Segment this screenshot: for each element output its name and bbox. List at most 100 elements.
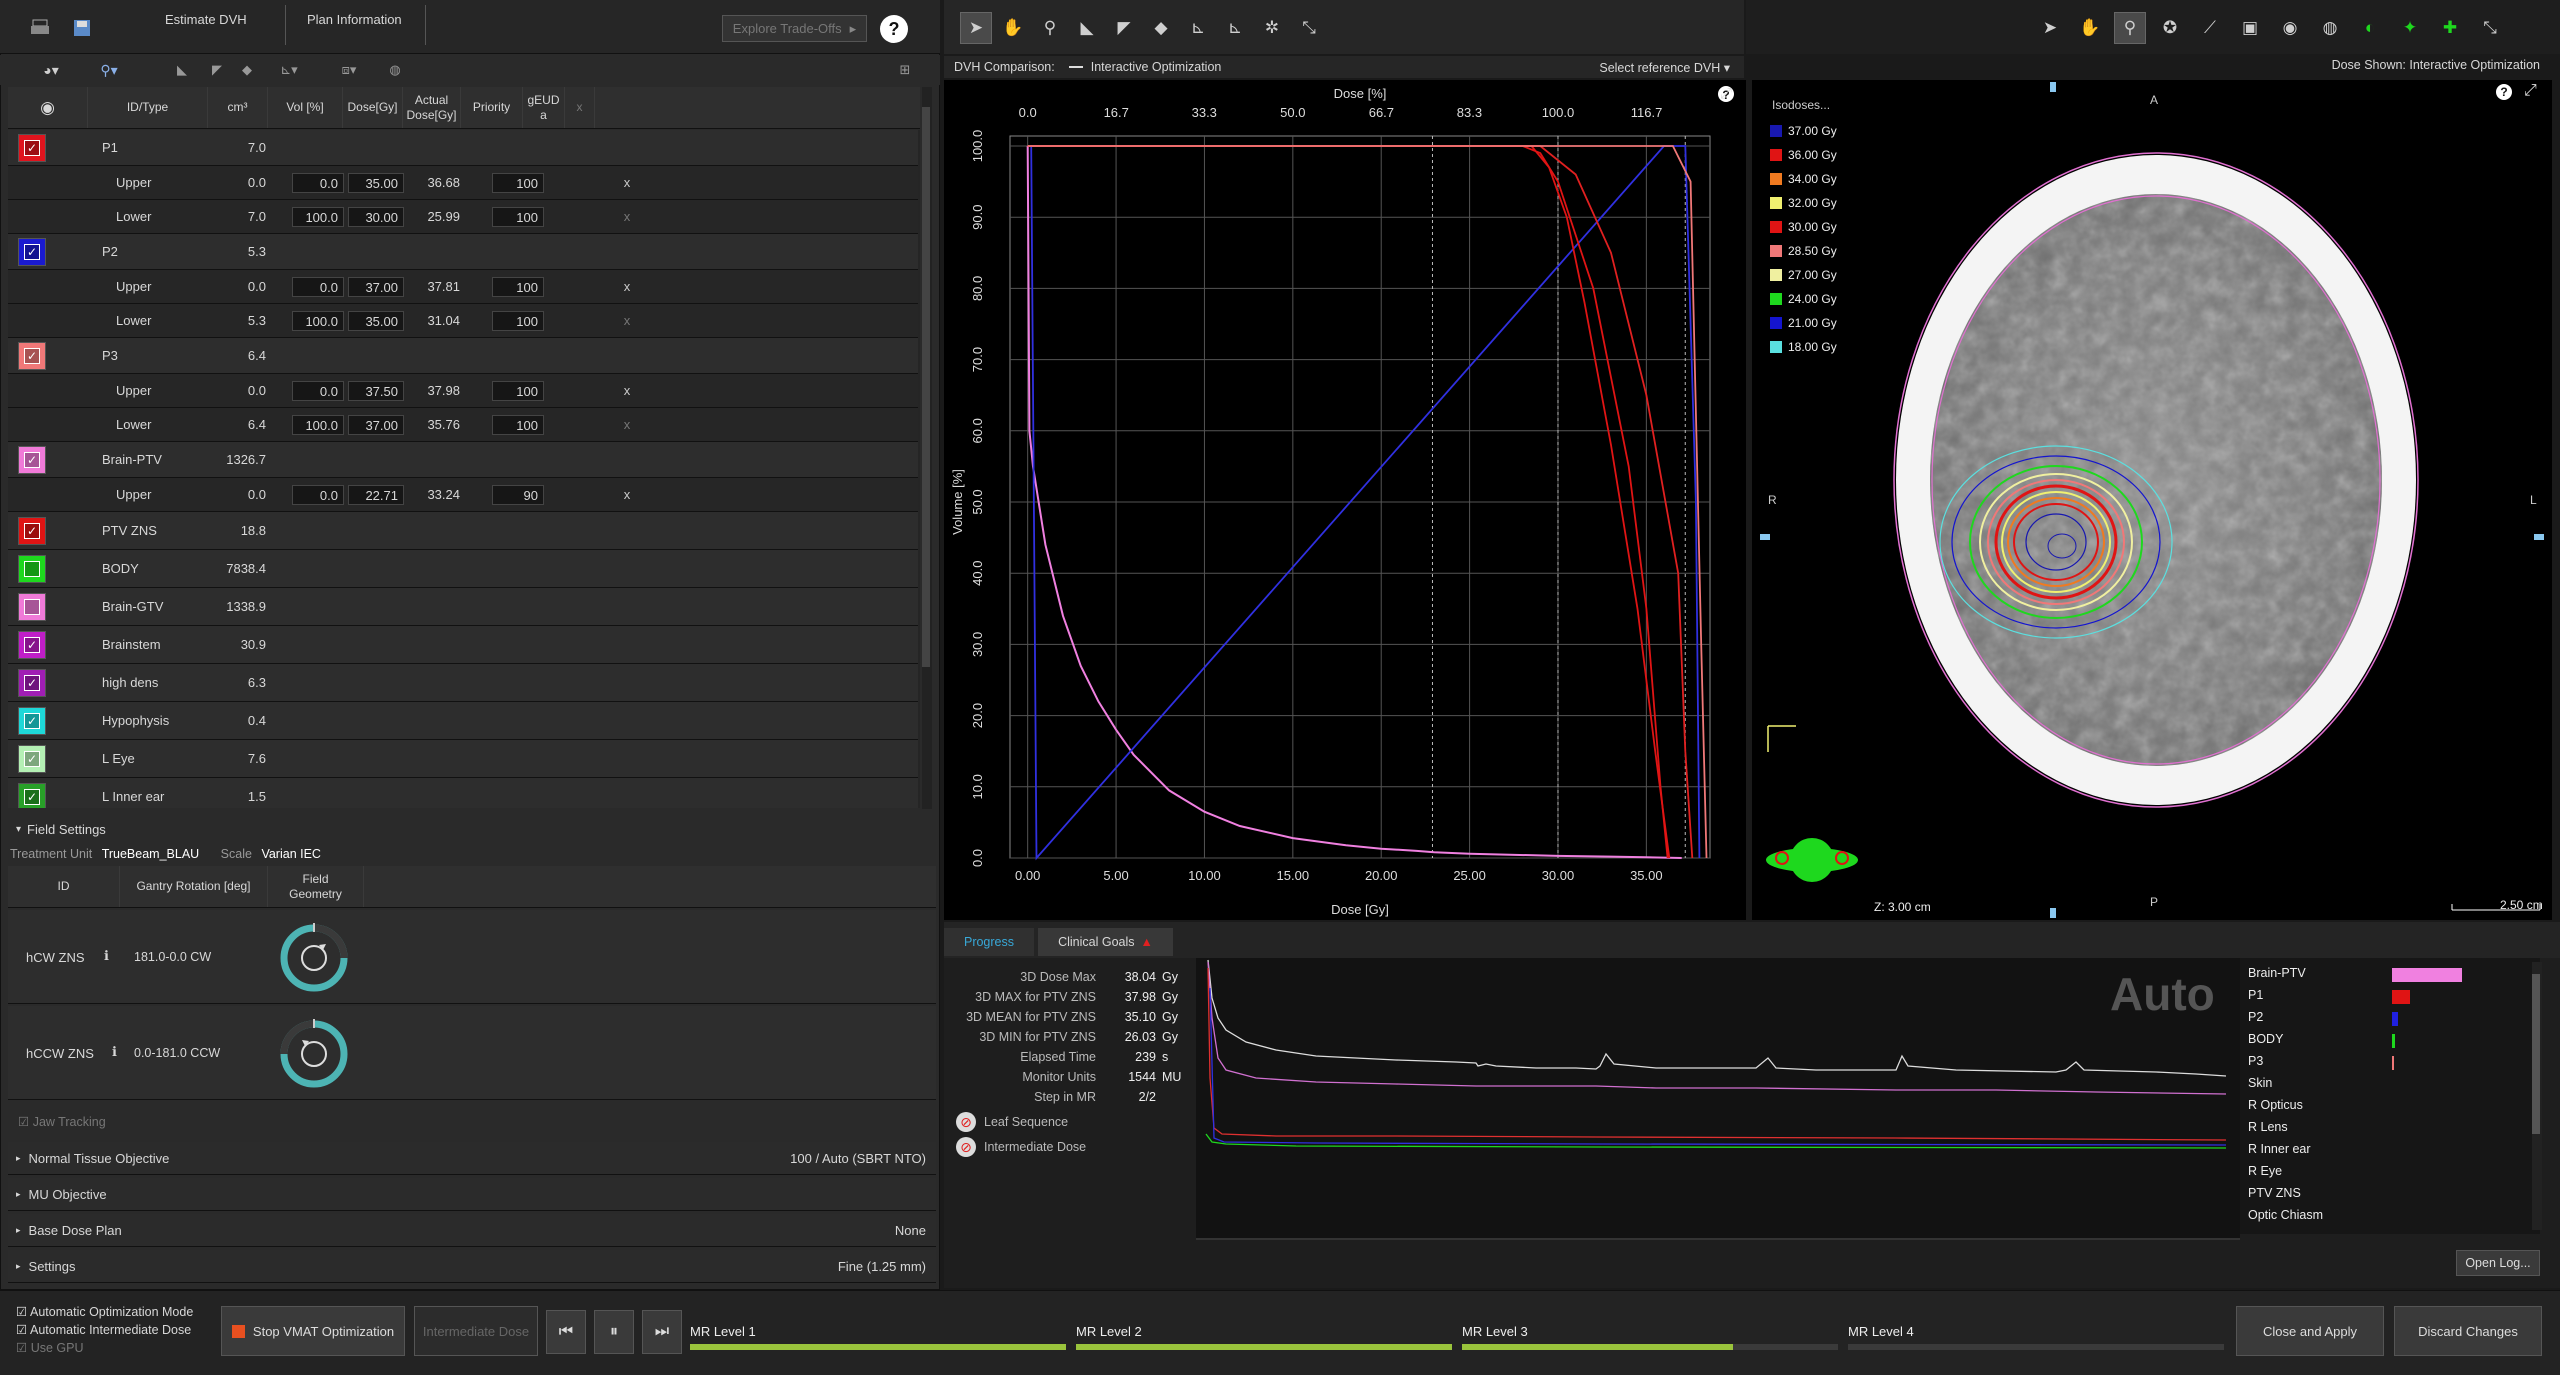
isodose-item[interactable]: 27.00 Gy: [1770, 268, 1837, 282]
dose-input[interactable]: 37.00: [348, 277, 404, 297]
col-gantry-rotation[interactable]: Gantry Rotation [deg]: [120, 866, 268, 907]
structure-row[interactable]: ✓ Brain-PTV 1326.7: [8, 442, 918, 478]
volume-input[interactable]: 100.0: [292, 207, 344, 227]
priority-input[interactable]: 90: [492, 485, 544, 505]
tab-clinical-goals[interactable]: Clinical Goals ▲: [1038, 928, 1173, 956]
volume-input[interactable]: 0.0: [292, 277, 344, 297]
structure-visibility-checkbox[interactable]: ✓: [18, 517, 46, 545]
expand-view-icon[interactable]: ⤢: [2524, 82, 2537, 100]
explore-trade-offs-button[interactable]: Explore Trade-Offs ▸: [722, 15, 867, 42]
col-vol[interactable]: Vol [%]: [268, 87, 343, 128]
section-base-dose[interactable]: ▸ Base Dose Plan None: [8, 1214, 936, 1247]
point-objective-icon[interactable]: ◆: [237, 60, 257, 80]
structure-visibility-checkbox[interactable]: ✓: [18, 669, 46, 697]
isodose-item[interactable]: 32.00 Gy: [1770, 196, 1837, 210]
legend-scrollbar[interactable]: [2532, 962, 2542, 1230]
point-objective-icon[interactable]: ◆: [1145, 12, 1177, 44]
dose-input[interactable]: 37.00: [348, 415, 404, 435]
structure-visibility-checkbox[interactable]: ✓: [18, 707, 46, 735]
volume-input[interactable]: 100.0: [292, 415, 344, 435]
col-field-id[interactable]: ID: [8, 866, 120, 907]
dose-input[interactable]: 35.00: [348, 173, 404, 193]
auto-intermediate-checkbox[interactable]: ☑ Automatic Intermediate Dose: [16, 1322, 191, 1337]
dose-input[interactable]: 30.00: [348, 207, 404, 227]
tab-progress[interactable]: Progress: [944, 928, 1034, 956]
volume-input[interactable]: 100.0: [292, 311, 344, 331]
isodose-item[interactable]: 30.00 Gy: [1770, 220, 1837, 234]
priority-input[interactable]: 100: [492, 277, 544, 297]
structure-row[interactable]: ✓ P2 5.3: [8, 234, 918, 270]
section-normal-tissue[interactable]: ▸ Normal Tissue Objective 100 / Auto (SBRT…: [8, 1142, 936, 1175]
stop-vmat-button[interactable]: Stop VMAT Optimization: [221, 1306, 405, 1356]
structure-visibility-checkbox[interactable]: ✓: [18, 134, 46, 162]
structure-menu-icon[interactable]: ◕▾: [34, 60, 68, 80]
slice-marker-bottom[interactable]: [2050, 908, 2056, 918]
col-id-type[interactable]: ID/Type: [88, 87, 208, 128]
isodose-item[interactable]: 36.00 Gy: [1770, 148, 1837, 162]
structure-visibility-checkbox[interactable]: ✓: [18, 783, 46, 808]
dvh-chart[interactable]: 0.00 5.00 10.00 15.00 20.00 25.00 30.00 35.00 0.…: [944, 80, 1746, 920]
use-gpu-checkbox[interactable]: ☑ Use GPU: [16, 1340, 84, 1355]
pause-button[interactable]: ⏸: [594, 1310, 634, 1354]
fit-view-icon[interactable]: ⤡: [2474, 12, 2506, 44]
isodose-item[interactable]: 37.00 Gy: [1770, 124, 1837, 138]
field-row[interactable]: hCCW ZNS ℹ 0.0-181.0 CCW: [8, 1006, 936, 1100]
line-upper-icon[interactable]: ⊾: [1182, 12, 1214, 44]
body-icon[interactable]: ✚: [2434, 12, 2466, 44]
priority-input[interactable]: 100: [492, 381, 544, 401]
volume-input[interactable]: 0.0: [292, 381, 344, 401]
zoom-menu-icon[interactable]: ⚲▾: [92, 60, 126, 80]
zoom-icon[interactable]: ⚲: [1034, 12, 1066, 44]
priority-input[interactable]: 100: [492, 311, 544, 331]
structure-row[interactable]: Brain-GTV 1338.9: [8, 588, 918, 626]
discard-changes-button[interactable]: Discard Changes: [2394, 1306, 2542, 1356]
remove-objective-button[interactable]: x: [620, 408, 634, 441]
remove-objective-button[interactable]: x: [620, 166, 634, 199]
lower-objective-icon[interactable]: ◤: [1108, 12, 1140, 44]
structure-visibility-checkbox[interactable]: ✓: [18, 446, 46, 474]
objective-row[interactable]: Upper 0.0 0.0 37.00 37.81 100 x: [8, 270, 918, 304]
structure-row[interactable]: ✓ P1 7.0: [8, 130, 918, 166]
objective-row[interactable]: Lower 6.4 100.0 37.00 35.76 100 x: [8, 408, 918, 442]
col-remove[interactable]: x: [565, 87, 595, 128]
dose-icon[interactable]: ◍: [2314, 12, 2346, 44]
fit-icon[interactable]: ⤡: [1293, 12, 1325, 44]
isodose-item[interactable]: 34.00 Gy: [1770, 172, 1837, 186]
priority-input[interactable]: 100: [492, 415, 544, 435]
remove-objective-button[interactable]: x: [620, 270, 634, 303]
structure-row[interactable]: ✓ Hypophysis 0.4: [8, 702, 918, 740]
isodose-item[interactable]: 28.50 Gy: [1770, 244, 1837, 258]
isodose-title[interactable]: Isodoses...: [1772, 98, 1830, 112]
slice-marker-right[interactable]: [2534, 534, 2544, 540]
contour-icon[interactable]: ▣: [2234, 12, 2266, 44]
line-lower-icon[interactable]: ⊾: [1219, 12, 1251, 44]
remove-objective-button[interactable]: x: [620, 304, 634, 337]
section-mu-objective[interactable]: ▸ MU Objective: [8, 1178, 936, 1211]
col-field-geometry[interactable]: Field Geometry: [268, 866, 364, 907]
step-forward-button[interactable]: ⏭: [642, 1310, 682, 1354]
close-and-apply-button[interactable]: Close and Apply: [2236, 1306, 2384, 1356]
priority-input[interactable]: 100: [492, 173, 544, 193]
pointer-icon[interactable]: ➤: [2034, 12, 2066, 44]
brush-icon[interactable]: ◉: [2274, 12, 2306, 44]
structure-visibility-checkbox[interactable]: [18, 593, 46, 621]
patient-icon[interactable]: ✦: [2394, 12, 2426, 44]
dose-input[interactable]: 37.50: [348, 381, 404, 401]
save-icon[interactable]: [70, 16, 94, 40]
isodose-item[interactable]: 21.00 Gy: [1770, 316, 1837, 330]
step-back-button[interactable]: ⏮: [546, 1310, 586, 1354]
pan-icon[interactable]: ✋: [2074, 12, 2106, 44]
dose-input[interactable]: 22.71: [348, 485, 404, 505]
objective-row[interactable]: Upper 0.0 0.0 35.00 36.68 100 x: [8, 166, 918, 200]
ct-image-view[interactable]: A P R L: [1752, 80, 2552, 920]
structure-row[interactable]: BODY 7838.4: [8, 550, 918, 588]
structure-row[interactable]: ✓ high dens 6.3: [8, 664, 918, 702]
upper-objective-icon[interactable]: ◣: [1071, 12, 1103, 44]
tab-plan-information[interactable]: Plan Information: [307, 12, 402, 27]
col-priority[interactable]: Priority: [461, 87, 523, 128]
window-level-icon[interactable]: ✪: [2154, 12, 2186, 44]
jaw-tracking-checkbox[interactable]: ☑ Jaw Tracking: [18, 1114, 106, 1129]
objective-row[interactable]: Upper 0.0 0.0 22.71 33.24 90 x: [8, 478, 918, 512]
col-dose[interactable]: Dose[Gy]: [343, 87, 403, 128]
info-icon[interactable]: ℹ: [112, 1044, 117, 1060]
